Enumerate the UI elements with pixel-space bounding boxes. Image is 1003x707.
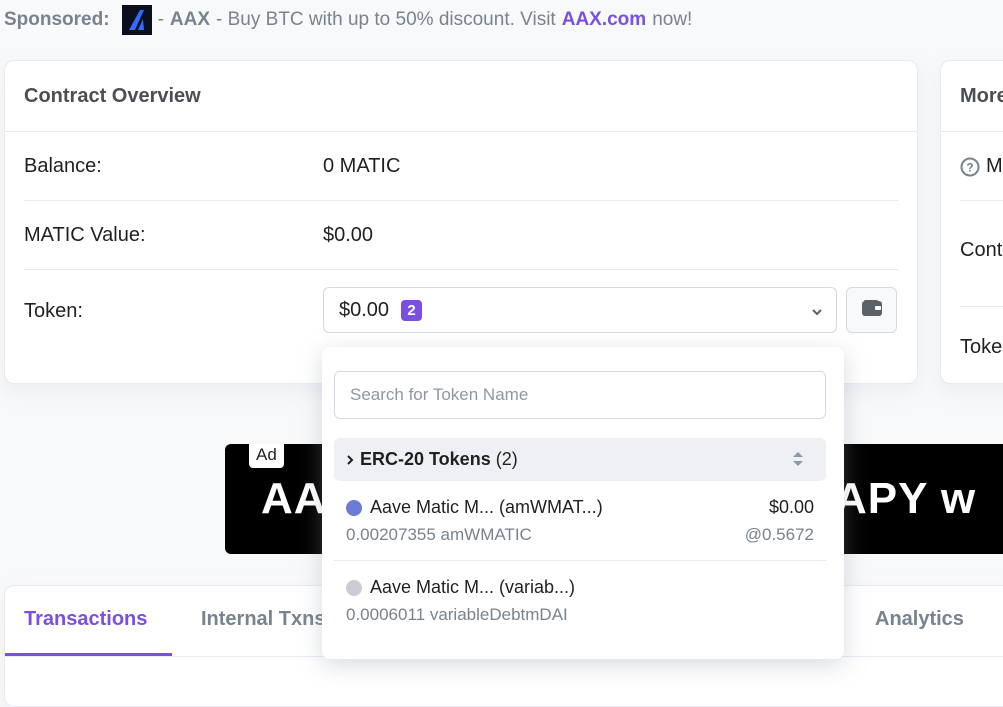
balance-row: Balance: 0 MATIC xyxy=(24,132,898,201)
ad-text-left: AA xyxy=(261,474,327,523)
more-info-card: More ? M Cont Toke xyxy=(940,60,1003,384)
token-value: $0.00 xyxy=(768,497,814,517)
sponsored-message: - Buy BTC with up to 50% discount. Visit xyxy=(216,9,556,30)
token-name: Aave Matic M... (amWMAT...) xyxy=(370,497,603,517)
matic-value-label: MATIC Value: xyxy=(24,223,146,246)
balance-label: Balance: xyxy=(24,154,102,177)
divider xyxy=(334,560,826,561)
divider xyxy=(960,306,1003,307)
token-list-item[interactable]: Aave Matic M... (amWMAT...) $0.00 0.0020… xyxy=(346,497,814,545)
divider xyxy=(960,200,1003,201)
question-circle-icon: ? xyxy=(960,157,980,177)
token-select-value: $0.00 xyxy=(339,298,390,321)
more-info-row-1: ? M xyxy=(960,155,1003,178)
more-info-row-1-label: M xyxy=(986,155,1003,177)
sponsored-label: Sponsored: xyxy=(4,9,110,30)
token-count-badge: 2 xyxy=(401,299,423,321)
token-search-input[interactable] xyxy=(334,371,826,419)
erc20-group-header[interactable]: ERC-20 Tokens (2) xyxy=(334,438,826,481)
chevron-down-icon xyxy=(810,302,824,325)
token-label: Token: xyxy=(24,299,83,322)
sponsored-banner: Sponsored: - AAX - Buy BTC with up to 50… xyxy=(4,5,693,35)
sponsored-tail: now! xyxy=(652,9,693,30)
matic-value-row: MATIC Value: $0.00 xyxy=(24,201,898,270)
tab-transactions[interactable]: Transactions xyxy=(24,608,147,631)
tab-internal-txns[interactable]: Internal Txns xyxy=(201,608,325,631)
active-tab-indicator xyxy=(5,653,172,656)
tab-analytics[interactable]: Analytics xyxy=(875,608,964,631)
matic-value-value: $0.00 xyxy=(323,223,374,246)
amwmatic-token-icon xyxy=(346,499,362,516)
token-name: Aave Matic M... (variab...) xyxy=(370,577,576,597)
svg-text:?: ? xyxy=(966,160,973,174)
erc20-group-count: (2) xyxy=(495,449,518,469)
contract-overview-title: Contract Overview xyxy=(5,61,917,132)
wallet-button[interactable] xyxy=(846,287,897,333)
more-info-row-2: Cont xyxy=(960,239,1003,261)
token-amount: 0.0006011 variableDebtmDAI xyxy=(346,605,568,624)
sort-icon[interactable] xyxy=(792,451,804,472)
ad-tag: Ad xyxy=(249,444,284,468)
sponsored-dash: - xyxy=(157,9,164,30)
token-amount: 0.00207355 amWMATIC xyxy=(346,525,532,544)
ad-text-right: APY w xyxy=(835,474,977,523)
chevron-right-icon xyxy=(346,454,354,466)
more-info-title: More xyxy=(941,61,1003,132)
erc20-group-name: ERC-20 Tokens xyxy=(360,449,491,469)
sponsored-brand: AAX xyxy=(169,9,211,30)
more-info-row-3: Toke xyxy=(960,336,1003,358)
contract-overview-card: Contract Overview Balance: 0 MATIC MATIC… xyxy=(4,60,918,384)
variable-debt-token-icon xyxy=(346,579,362,596)
wallet-icon xyxy=(861,299,883,322)
token-list-item[interactable]: Aave Matic M... (variab...) 0.0006011 va… xyxy=(346,577,814,625)
sponsored-link[interactable]: AAX.com xyxy=(562,9,646,31)
token-rate: @0.5672 xyxy=(744,525,814,544)
balance-value: 0 MATIC xyxy=(323,154,401,177)
aax-logo-icon[interactable] xyxy=(121,5,152,35)
token-dropdown: ERC-20 Tokens (2) Aave Matic M... (amWMA… xyxy=(322,347,844,659)
token-select[interactable]: $0.00 2 xyxy=(323,287,837,333)
